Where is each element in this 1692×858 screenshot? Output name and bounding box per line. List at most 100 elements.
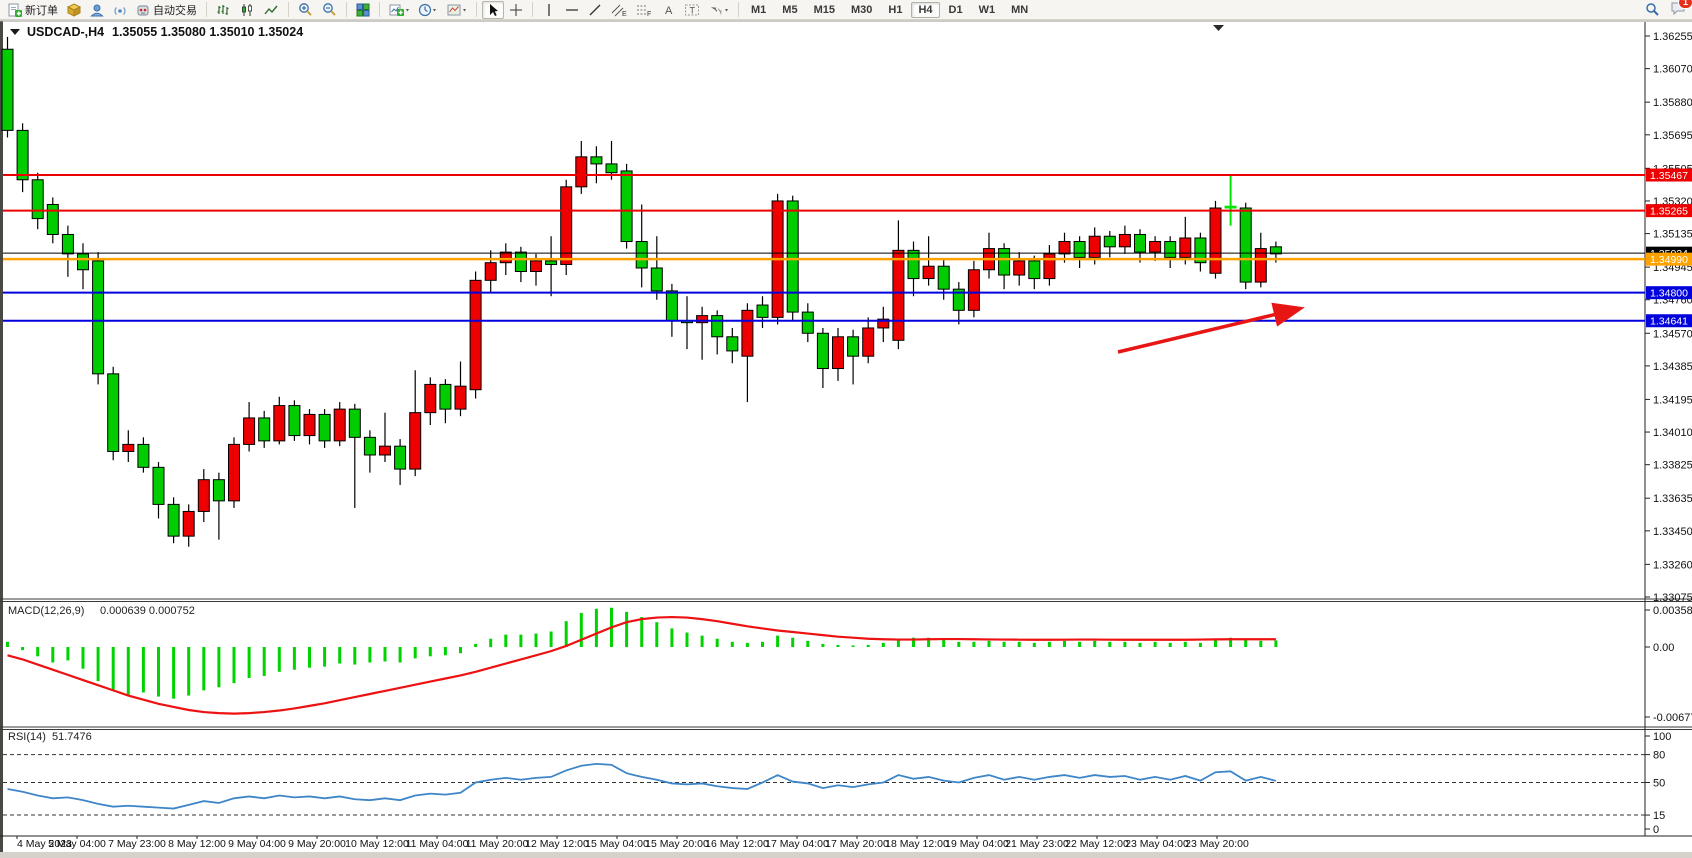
price-tick-label: 1.33260 <box>1653 559 1692 571</box>
candle-body <box>108 374 119 452</box>
zoom-out-button[interactable] <box>318 1 341 19</box>
macd-tick-label: 0.003581 <box>1653 605 1692 617</box>
candle-body <box>485 263 496 281</box>
community-button[interactable] <box>86 1 108 19</box>
zoom-in-icon <box>298 2 313 17</box>
candlestick-chart-button[interactable] <box>236 1 259 19</box>
timeframe-button-m1[interactable]: M1 <box>744 2 773 18</box>
text-button[interactable]: A <box>657 1 679 19</box>
fibonacci-button[interactable]: F <box>632 1 656 19</box>
templates-button[interactable] <box>443 1 471 19</box>
candle-body <box>289 406 300 436</box>
timeframe-button-m30[interactable]: M30 <box>844 2 879 18</box>
candle-body <box>78 254 89 270</box>
candle-body <box>395 446 406 469</box>
candle-body <box>591 157 602 164</box>
new-chart-button[interactable] <box>385 1 413 19</box>
market-cube-icon <box>67 3 81 17</box>
price-tick-label: 1.34195 <box>1653 394 1692 406</box>
candle-body <box>787 201 798 312</box>
candle-body <box>455 386 466 409</box>
candle-body <box>213 480 224 501</box>
candle-body <box>2 49 13 130</box>
price-tick-label: 1.33635 <box>1653 493 1692 505</box>
timeframe-button-m5[interactable]: M5 <box>775 2 804 18</box>
chart-ohlc-quote: 1.35055 1.35080 1.35010 1.35024 <box>112 25 303 39</box>
candle-body <box>229 444 240 500</box>
candle-body <box>93 261 104 374</box>
candle-body <box>1029 261 1040 279</box>
candle-body <box>923 266 934 278</box>
candle-body <box>1150 242 1161 253</box>
candle-body <box>319 414 330 440</box>
community-icon <box>90 3 104 17</box>
candle-body <box>380 446 391 455</box>
timeframe-button-h1[interactable]: H1 <box>881 2 909 18</box>
horizontal-line-button[interactable] <box>561 1 583 19</box>
hline-price-label: 1.35265 <box>1650 206 1688 218</box>
candle-body <box>123 444 134 451</box>
svg-text:T: T <box>690 5 696 15</box>
line-chart-icon <box>264 3 279 17</box>
date-label: 17 May 04:00 <box>765 838 829 850</box>
candle-body <box>833 337 844 369</box>
auto-trading-button[interactable]: 自动交易 <box>132 1 201 19</box>
vertical-line-button[interactable] <box>538 1 560 19</box>
date-label: 7 May 23:00 <box>108 838 166 850</box>
bar-chart-button[interactable] <box>212 1 235 19</box>
periods-clock-icon <box>418 3 438 17</box>
macd-label: MACD(12,26,9) <box>8 605 84 617</box>
candle-body <box>893 250 904 340</box>
cursor-button[interactable] <box>482 1 504 19</box>
svg-text:F: F <box>647 11 651 17</box>
chart-canvas[interactable]: 1.362551.360701.358801.356951.355051.353… <box>0 0 1692 858</box>
window-bottom-strip <box>0 852 1692 858</box>
new-chart-icon <box>389 3 409 17</box>
candle-body <box>1059 242 1070 254</box>
candle-body <box>425 384 436 412</box>
zoom-in-button[interactable] <box>294 1 317 19</box>
date-label: 17 May 20:00 <box>825 838 889 850</box>
crosshair-button[interactable] <box>505 1 527 19</box>
search-button[interactable] <box>1641 1 1664 19</box>
new-order-button[interactable]: 新订单 <box>4 1 62 19</box>
timeframe-button-w1[interactable]: W1 <box>972 2 1003 18</box>
new-order-label: 新订单 <box>25 2 58 18</box>
timeframe-button-h4[interactable]: H4 <box>911 2 939 18</box>
candle-body <box>1074 242 1085 258</box>
price-tick-label: 1.33825 <box>1653 460 1692 472</box>
candle-body <box>334 409 345 441</box>
timeframe-button-m15[interactable]: M15 <box>807 2 842 18</box>
candle-body <box>183 511 194 536</box>
toolbar-separator <box>206 2 207 17</box>
price-tick-label: 1.33075 <box>1653 592 1692 604</box>
candle-body <box>636 242 647 268</box>
candle-body <box>500 252 511 263</box>
candle-body <box>304 414 315 435</box>
date-label: 9 May 04:00 <box>228 838 286 850</box>
rsi-tick-label: 50 <box>1653 778 1665 790</box>
text-icon: A <box>662 3 675 17</box>
bar-chart-icon <box>216 3 231 17</box>
periods-button[interactable] <box>414 1 442 19</box>
equidistant-channel-button[interactable]: E <box>607 1 631 19</box>
candle-body <box>32 180 43 219</box>
candle-body <box>1119 234 1130 246</box>
candle-body <box>908 250 919 278</box>
market-button[interactable] <box>63 1 85 19</box>
notifications-button[interactable]: 1 <box>1670 1 1686 19</box>
arrows-button[interactable] <box>705 1 733 19</box>
candle-body <box>1135 234 1146 252</box>
equidistant-channel-icon: E <box>611 3 627 17</box>
timeframe-button-mn[interactable]: MN <box>1004 2 1035 18</box>
timeframe-button-d1[interactable]: D1 <box>942 2 970 18</box>
candle-body <box>848 337 859 356</box>
price-tick-label: 1.34385 <box>1653 361 1692 373</box>
candle-body <box>1225 206 1236 208</box>
signals-button[interactable] <box>109 1 131 19</box>
text-label-button[interactable]: T <box>680 1 704 19</box>
date-label: 15 May 20:00 <box>645 838 709 850</box>
trendline-button[interactable] <box>584 1 606 19</box>
tile-windows-button[interactable] <box>352 1 374 19</box>
line-chart-button[interactable] <box>260 1 283 19</box>
